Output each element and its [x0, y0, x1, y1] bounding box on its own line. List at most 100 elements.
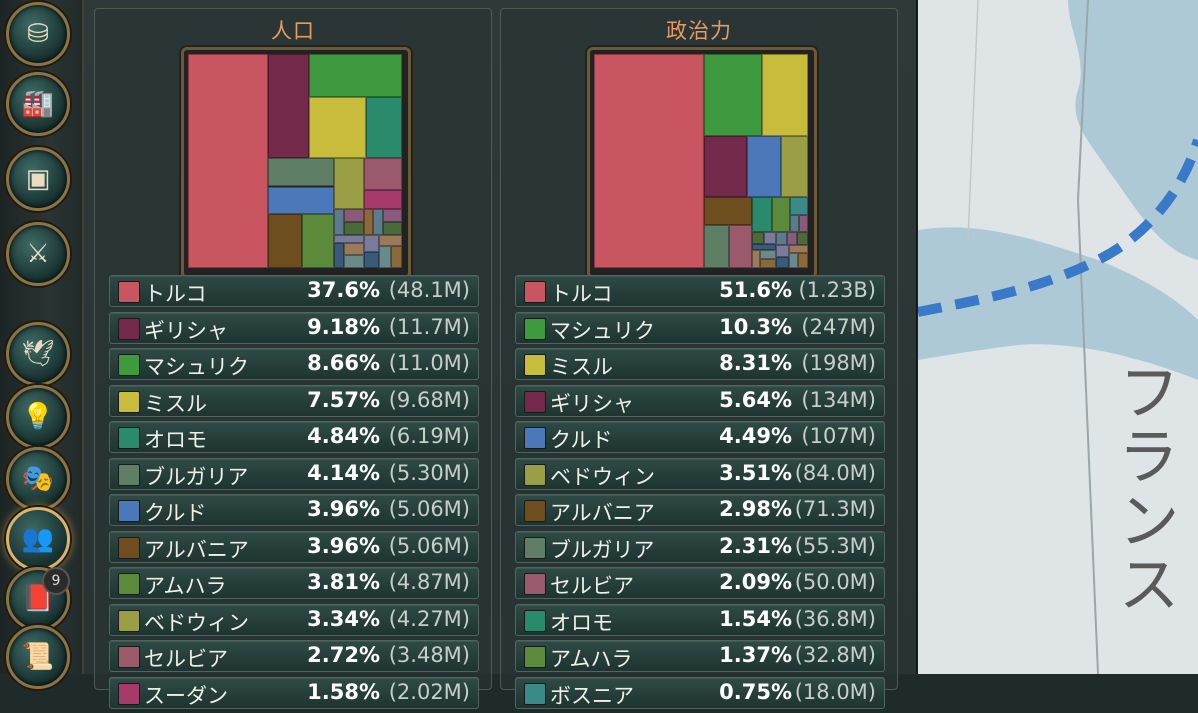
- treemap-cell[interactable]: [344, 242, 364, 256]
- treemap-cell[interactable]: [268, 54, 309, 158]
- culture-name: トルコ: [144, 282, 207, 306]
- treemap-cell[interactable]: [704, 136, 748, 197]
- treemap-cell[interactable]: [363, 157, 402, 191]
- share-percent: 4.84%: [307, 424, 380, 448]
- treemap-cell[interactable]: [798, 252, 808, 268]
- culture-name: マシュリク: [144, 355, 249, 379]
- treemap-cell[interactable]: [268, 186, 335, 214]
- treemap-cell[interactable]: [751, 249, 760, 268]
- population-treemap[interactable]: [188, 54, 402, 268]
- technology-button[interactable]: 💡: [6, 385, 70, 449]
- treemap-cell[interactable]: [789, 196, 808, 216]
- treemap-cell[interactable]: [302, 214, 335, 268]
- treemap-cell[interactable]: [373, 209, 383, 236]
- legend-row[interactable]: セルビア 2.72% (3.48M): [109, 640, 479, 672]
- legend-row[interactable]: スーダン 1.58% (2.02M): [109, 676, 479, 709]
- treemap-cell[interactable]: [751, 231, 764, 244]
- legend-row[interactable]: ミスル 8.31% (198M): [515, 348, 885, 380]
- treemap-cell[interactable]: [771, 196, 790, 232]
- legend-row[interactable]: セルビア 2.09% (50.0M): [515, 567, 885, 599]
- political-strength-treemap[interactable]: [594, 54, 808, 268]
- treemap-cell[interactable]: [788, 245, 808, 253]
- treemap-cell[interactable]: [382, 209, 402, 223]
- industry-button[interactable]: 🏭: [6, 72, 70, 136]
- treemap-cell[interactable]: [363, 190, 402, 210]
- share-percent: 7.57%: [307, 387, 380, 412]
- legend-row[interactable]: トルコ 37.6% (48.1M): [109, 275, 479, 307]
- legend-row[interactable]: ミスル 7.57% (9.68M): [109, 384, 479, 417]
- culture-name: クルド: [144, 501, 207, 525]
- treemap-cell[interactable]: [763, 231, 776, 244]
- legend-row[interactable]: ボスニア 0.75% (18.0M): [515, 676, 885, 709]
- treemap-cell[interactable]: [704, 54, 762, 137]
- legend-row[interactable]: クルド 3.96% (5.06M): [109, 494, 479, 526]
- treemap-cell[interactable]: [363, 235, 380, 252]
- treemap-cell[interactable]: [759, 249, 776, 259]
- treemap-cell[interactable]: [334, 209, 345, 235]
- treemap-cell[interactable]: [798, 215, 808, 232]
- legend-row[interactable]: ブルガリア 2.31% (55.3M): [515, 530, 885, 563]
- treemap-cell[interactable]: [761, 54, 808, 137]
- legend-row[interactable]: アルバニア 2.98% (71.3M): [515, 494, 885, 526]
- culture-button[interactable]: 🎭: [6, 447, 70, 511]
- treemap-cell[interactable]: [781, 136, 808, 197]
- treemap-cell[interactable]: [334, 157, 364, 210]
- legend-row[interactable]: アルバニア 3.96% (5.06M): [109, 530, 479, 563]
- treemap-cell[interactable]: [188, 54, 269, 268]
- treemap-cell[interactable]: [382, 222, 402, 236]
- sidebar: ⛁ 🏭 ▣ ⚔ 🕊 💡 🎭 👥 📕 📜: [0, 0, 84, 689]
- legend-row[interactable]: ブルガリア 4.14% (5.30M): [109, 457, 479, 490]
- military-button[interactable]: ⚔: [6, 222, 70, 286]
- treemap-cell[interactable]: [268, 214, 303, 268]
- market-button[interactable]: ▣: [6, 147, 70, 211]
- treemap-cell[interactable]: [344, 222, 364, 235]
- color-swatch: [118, 573, 140, 595]
- treemap-cell[interactable]: [729, 225, 752, 268]
- legend-row[interactable]: アムハラ 1.37% (32.8M): [515, 640, 885, 672]
- treemap-cell[interactable]: [775, 256, 789, 268]
- share-percent: 1.37%: [719, 643, 792, 667]
- treemap-cell[interactable]: [751, 196, 772, 232]
- treemap-cell[interactable]: [594, 54, 705, 268]
- treemap-cell[interactable]: [704, 225, 730, 268]
- treemap-cell[interactable]: [786, 231, 798, 246]
- legend-row[interactable]: オロモ 1.54% (36.8M): [515, 603, 885, 636]
- treemap-cell[interactable]: [775, 245, 789, 257]
- treemap-cell[interactable]: [344, 209, 364, 223]
- treemap-cell[interactable]: [365, 96, 402, 158]
- legend-row[interactable]: マシュリク 10.3% (247M): [515, 311, 885, 344]
- legend-row[interactable]: オロモ 4.84% (6.19M): [109, 421, 479, 453]
- treemap-cell[interactable]: [363, 209, 374, 236]
- legend-row[interactable]: ギリシャ 9.18% (11.7M): [109, 311, 479, 344]
- legend-row[interactable]: アムハラ 3.81% (4.87M): [109, 567, 479, 599]
- legend-row[interactable]: ベドウィン 3.34% (4.27M): [109, 603, 479, 636]
- population-button[interactable]: 👥: [6, 507, 70, 571]
- treemap-cell[interactable]: [268, 157, 335, 187]
- legend-row[interactable]: クルド 4.49% (107M): [515, 421, 885, 453]
- treemap-cell[interactable]: [747, 136, 782, 197]
- absolute-value: (48.1M): [388, 278, 470, 302]
- treemap-cell[interactable]: [704, 196, 752, 226]
- treasury-button[interactable]: ⛁: [6, 2, 70, 66]
- treemap-cell[interactable]: [334, 234, 364, 243]
- treemap-cell[interactable]: [797, 231, 808, 246]
- treemap-cell[interactable]: [789, 215, 799, 232]
- treemap-cell[interactable]: [788, 252, 799, 268]
- treemap-cell[interactable]: [379, 246, 391, 268]
- treemap-cell[interactable]: [363, 251, 380, 268]
- treemap-cell[interactable]: [775, 231, 787, 246]
- legend-row[interactable]: ベドウィン 3.51% (84.0M): [515, 457, 885, 490]
- treemap-cell[interactable]: [308, 96, 366, 158]
- legend-row[interactable]: ギリシャ 5.64% (134M): [515, 384, 885, 417]
- treemap-cell[interactable]: [390, 246, 402, 268]
- treemap-cell[interactable]: [334, 242, 345, 268]
- treemap-cell[interactable]: [379, 235, 402, 247]
- legend-row[interactable]: トルコ 51.6% (1.23B): [515, 275, 885, 307]
- diplomacy-button[interactable]: 🕊: [6, 322, 70, 386]
- treemap-cell[interactable]: [308, 54, 402, 97]
- laws-button[interactable]: 📜: [6, 625, 70, 689]
- treemap-cell[interactable]: [759, 258, 776, 268]
- color-swatch: [524, 646, 546, 668]
- legend-row[interactable]: マシュリク 8.66% (11.0M): [109, 348, 479, 380]
- treemap-cell[interactable]: [344, 255, 364, 268]
